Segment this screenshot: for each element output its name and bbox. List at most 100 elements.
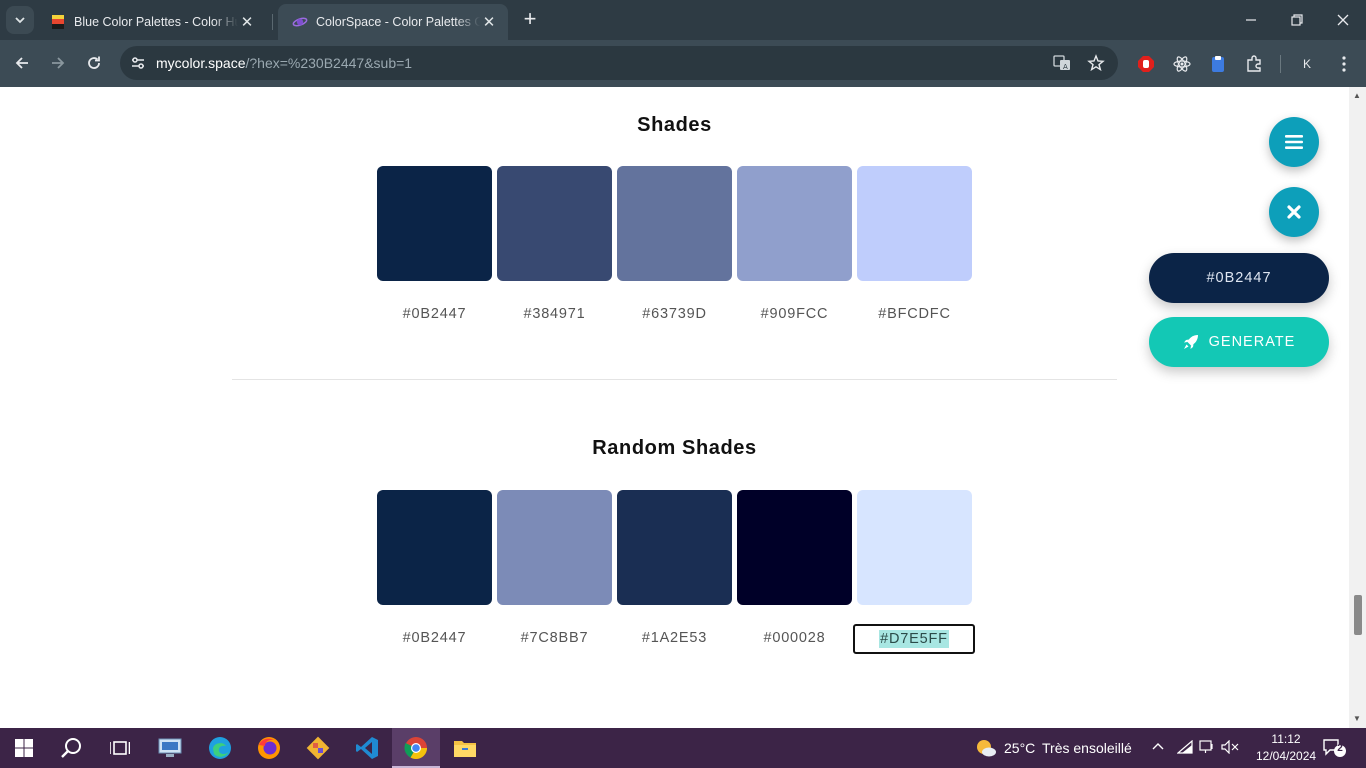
network-icon[interactable]	[1176, 739, 1193, 757]
close-tab-icon[interactable]: ✕	[480, 13, 498, 31]
react-devtools-icon[interactable]	[1171, 53, 1193, 75]
task-view-button[interactable]	[96, 728, 144, 768]
restore-button[interactable]	[1274, 0, 1320, 40]
close-icon	[1337, 14, 1349, 26]
weather-temperature[interactable]: 25°C	[1004, 740, 1035, 756]
search-icon	[61, 738, 81, 758]
shade-swatch[interactable]	[617, 166, 732, 281]
shade-hex-label[interactable]: #384971	[497, 306, 612, 322]
close-tab-icon[interactable]: ✕	[238, 13, 256, 31]
shade-hex-label[interactable]: #63739D	[617, 306, 732, 322]
close-fab-button[interactable]	[1269, 187, 1319, 237]
weather-description[interactable]: Très ensoleillé	[1042, 740, 1132, 756]
generate-button[interactable]: GENERATE	[1149, 317, 1329, 367]
clock-time: 11:12	[1271, 732, 1301, 746]
taskbar-app-vscode[interactable]	[343, 728, 391, 768]
taskbar-app-file-explorer[interactable]	[441, 728, 489, 768]
page-content: Shades #0B2447 #384971 #63739D #909FCC #…	[0, 87, 1366, 728]
system-clock[interactable]: 11:12 12/04/2024	[1256, 731, 1316, 765]
shade-swatch[interactable]	[737, 166, 852, 281]
browser-toolbar: mycolor.space/?hex=%230B2447&sub=1 A K	[0, 40, 1366, 87]
random-shade-swatch[interactable]	[377, 490, 492, 605]
tray-overflow-chevron-icon[interactable]	[1152, 740, 1164, 756]
reload-button[interactable]	[80, 49, 108, 77]
svg-text:A: A	[1063, 63, 1068, 71]
address-bar[interactable]: mycolor.space/?hex=%230B2447&sub=1 A	[120, 46, 1118, 80]
windows-taskbar: 25°C Très ensoleillé 11:12 12/04/2024 2	[0, 728, 1366, 768]
site-settings-icon[interactable]	[129, 54, 147, 77]
extensions-puzzle-icon[interactable]	[1243, 53, 1265, 75]
weather-icon[interactable]	[975, 738, 997, 761]
computer-settings-icon	[158, 738, 182, 757]
hamburger-menu-icon	[1285, 135, 1303, 149]
start-button[interactable]	[0, 728, 48, 768]
edge-icon	[209, 737, 231, 759]
clipboard-extension-icon[interactable]	[1207, 53, 1229, 75]
tab-search-button[interactable]	[6, 6, 34, 34]
task-view-icon	[110, 741, 130, 755]
random-shades-title: Random Shades	[592, 437, 757, 459]
random-shade-swatch[interactable]	[497, 490, 612, 605]
profile-avatar[interactable]: K	[1296, 53, 1318, 75]
notification-count: 2	[1337, 743, 1343, 754]
translate-icon[interactable]: A	[1052, 53, 1072, 73]
taskbar-app-control-panel[interactable]	[146, 728, 194, 768]
browser-menu-icon[interactable]	[1333, 53, 1355, 75]
color-hunt-favicon-icon	[50, 14, 66, 30]
menu-fab-button[interactable]	[1269, 117, 1319, 167]
adblock-extension-icon[interactable]	[1135, 53, 1157, 75]
generate-label: GENERATE	[1208, 334, 1296, 350]
arrow-left-icon	[15, 57, 28, 69]
tab-strip: Blue Color Palettes - Color Hunt ✕ Color…	[0, 0, 1366, 40]
new-tab-button[interactable]: +	[518, 8, 542, 32]
scroll-down-icon[interactable]: ▼	[1353, 714, 1361, 723]
colorspace-favicon-icon	[292, 14, 308, 30]
close-window-button[interactable]	[1320, 0, 1366, 40]
random-shade-swatch[interactable]	[617, 490, 732, 605]
close-icon	[1287, 205, 1301, 219]
tab-title: Blue Color Palettes - Color Hunt	[74, 15, 238, 29]
restore-icon	[1291, 14, 1303, 26]
random-shade-swatch[interactable]	[857, 490, 972, 605]
tab-colorspace[interactable]: ColorSpace - Color Palettes Generator ✕	[278, 4, 508, 40]
arrow-right-icon	[52, 57, 65, 69]
folder-icon	[454, 741, 476, 757]
toolbar-separator	[1280, 55, 1281, 73]
firefox-icon	[258, 737, 280, 759]
taskbar-app-firefox[interactable]	[245, 728, 293, 768]
random-shade-hex-label[interactable]: #7C8BB7	[497, 630, 612, 646]
random-shade-hex-label-selected[interactable]: #D7E5FF	[853, 624, 975, 654]
reload-icon	[88, 56, 100, 69]
git-tool-icon	[306, 736, 330, 760]
search-button[interactable]	[48, 728, 96, 768]
tab-color-hunt[interactable]: Blue Color Palettes - Color Hunt ✕	[36, 4, 266, 40]
scroll-thumb[interactable]	[1354, 595, 1362, 635]
shade-hex-label[interactable]: #BFCDFC	[857, 306, 972, 322]
taskbar-app-chrome[interactable]	[392, 728, 440, 768]
back-button[interactable]	[8, 49, 36, 77]
notification-center-button[interactable]: 2	[1322, 738, 1346, 763]
forward-button[interactable]	[44, 49, 72, 77]
minimize-button[interactable]	[1228, 0, 1274, 40]
shade-hex-label[interactable]: #909FCC	[737, 306, 852, 322]
current-color-hex-button[interactable]: #0B2447	[1149, 253, 1329, 303]
random-shade-hex-label[interactable]: #000028	[737, 630, 852, 646]
random-shade-hex-label[interactable]: #1A2E53	[617, 630, 732, 646]
random-shade-hex-label[interactable]: #0B2447	[377, 630, 492, 646]
chrome-icon	[404, 737, 427, 759]
scroll-up-icon[interactable]: ▲	[1353, 91, 1361, 100]
rocket-icon	[1183, 335, 1198, 349]
random-shade-swatch[interactable]	[737, 490, 852, 605]
shade-swatch[interactable]	[377, 166, 492, 281]
display-icon[interactable]	[1199, 740, 1215, 757]
volume-muted-icon[interactable]	[1221, 739, 1239, 757]
page-scrollbar[interactable]: ▲ ▼	[1349, 87, 1366, 728]
shade-swatch[interactable]	[857, 166, 972, 281]
taskbar-app-git[interactable]	[294, 728, 342, 768]
taskbar-app-edge[interactable]	[196, 728, 244, 768]
selected-hex-text: #D7E5FF	[879, 630, 949, 648]
shade-swatch[interactable]	[497, 166, 612, 281]
shade-hex-label[interactable]: #0B2447	[377, 306, 492, 322]
chevron-down-icon	[15, 17, 25, 24]
bookmark-star-icon[interactable]	[1086, 53, 1106, 73]
